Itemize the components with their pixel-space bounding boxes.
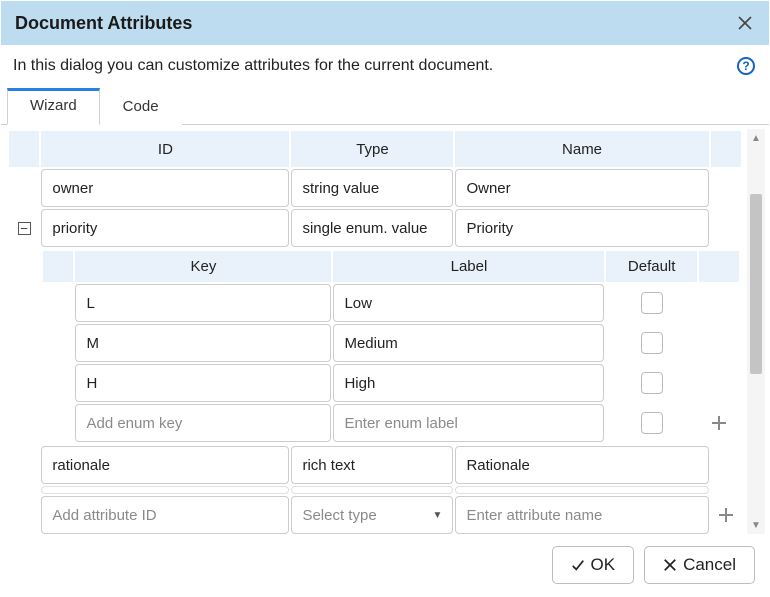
tab-wizard[interactable]: Wizard [7, 88, 100, 125]
attr-row-priority: − priority single enum. value Priority [9, 209, 741, 247]
new-attr-type[interactable]: Select type ▼ [291, 496, 453, 534]
enum-row-L: L Low [43, 284, 739, 322]
header-handle [9, 131, 39, 167]
attr-id-rationale[interactable]: rationale [41, 446, 289, 484]
scroll-down-button[interactable]: ▼ [747, 516, 765, 534]
help-icon: ? [742, 59, 749, 73]
attr-type-owner[interactable]: string value [291, 169, 453, 207]
enum-key-H[interactable]: H [75, 364, 331, 402]
x-icon [663, 558, 677, 572]
dialog-description: In this dialog you can customize attribu… [13, 57, 493, 75]
enum-default-new[interactable] [641, 412, 663, 434]
new-attr-type-text: Select type [302, 507, 376, 524]
enum-row-new: Add enum key Enter enum label [43, 404, 739, 442]
ghost-id [41, 486, 289, 494]
dialog-footer: OK Cancel [1, 534, 769, 596]
tab-code[interactable]: Code [100, 88, 182, 125]
header-row: ID Type Name [9, 131, 741, 167]
attr-id-owner[interactable]: owner [41, 169, 289, 207]
plus-icon [718, 507, 734, 523]
ok-button[interactable]: OK [552, 546, 635, 584]
attr-name-priority[interactable]: Priority [455, 209, 708, 247]
cancel-label: Cancel [683, 555, 736, 575]
enum-key-L[interactable]: L [75, 284, 331, 322]
ok-label: OK [591, 555, 616, 575]
attr-id-priority[interactable]: priority [41, 209, 289, 247]
enum-default-H[interactable] [641, 372, 663, 394]
enum-key-M[interactable]: M [75, 324, 331, 362]
enum-default-L[interactable] [641, 292, 663, 314]
ghost-row [9, 486, 741, 494]
new-attr-id[interactable]: Add attribute ID [41, 496, 289, 534]
header-id[interactable]: ID [41, 131, 289, 167]
enum-header-act [699, 251, 739, 282]
help-button[interactable]: ? [737, 57, 755, 75]
plus-icon [711, 415, 727, 431]
document-attributes-dialog: Document Attributes In this dialog you c… [0, 0, 770, 597]
enum-label-H[interactable]: High [333, 364, 604, 402]
header-action [711, 131, 741, 167]
tab-bar: Wizard Code [1, 87, 769, 125]
enum-label-L[interactable]: Low [333, 284, 604, 322]
caret-down-icon: ▼ [433, 510, 443, 521]
enum-subtable: Key Label Default L Low [41, 249, 741, 444]
enum-key-new[interactable]: Add enum key [75, 404, 331, 442]
attribute-table: ID Type Name owner string value Owner [7, 129, 743, 534]
enum-row-M: M Medium [43, 324, 739, 362]
dialog-title: Document Attributes [15, 13, 192, 34]
enum-default-M[interactable] [641, 332, 663, 354]
add-enum-button[interactable] [708, 412, 730, 434]
check-icon [571, 558, 585, 572]
scroll-thumb[interactable] [750, 194, 762, 374]
attr-row-rationale: rationale rich text Rationale [9, 446, 741, 484]
header-type[interactable]: Type [291, 131, 453, 167]
scroll-up-button[interactable]: ▲ [747, 129, 765, 147]
enum-header-row: Key Label Default [43, 251, 739, 282]
enum-header-key[interactable]: Key [75, 251, 331, 282]
enum-row-H: H High [43, 364, 739, 402]
enum-label-M[interactable]: Medium [333, 324, 604, 362]
close-button[interactable] [735, 13, 755, 33]
attr-name-rationale[interactable]: Rationale [455, 446, 708, 484]
description-row: In this dialog you can customize attribu… [1, 45, 769, 87]
ghost-name [455, 486, 708, 494]
add-attribute-button[interactable] [715, 504, 737, 526]
attr-row-new: Add attribute ID Select type ▼ Enter att… [9, 496, 741, 534]
ghost-type [291, 486, 453, 494]
vertical-scrollbar[interactable]: ▲ ▼ [747, 129, 765, 534]
enum-header-pad [43, 251, 73, 282]
header-name[interactable]: Name [455, 131, 708, 167]
new-attr-name[interactable]: Enter attribute name [455, 496, 708, 534]
title-bar: Document Attributes [1, 1, 769, 45]
minus-icon: − [18, 222, 31, 235]
enum-header-label[interactable]: Label [333, 251, 604, 282]
attr-type-priority[interactable]: single enum. value [291, 209, 453, 247]
attr-type-rationale[interactable]: rich text [291, 446, 453, 484]
enum-subtable-row: Key Label Default L Low [9, 249, 741, 444]
enum-header-default[interactable]: Default [606, 251, 696, 282]
enum-label-new[interactable]: Enter enum label [333, 404, 604, 442]
close-icon [738, 16, 752, 30]
attribute-grid-area: ID Type Name owner string value Owner [1, 125, 769, 534]
expand-toggle-priority[interactable]: − [9, 209, 39, 247]
attr-row-owner: owner string value Owner [9, 169, 741, 207]
attr-name-owner[interactable]: Owner [455, 169, 708, 207]
cancel-button[interactable]: Cancel [644, 546, 755, 584]
